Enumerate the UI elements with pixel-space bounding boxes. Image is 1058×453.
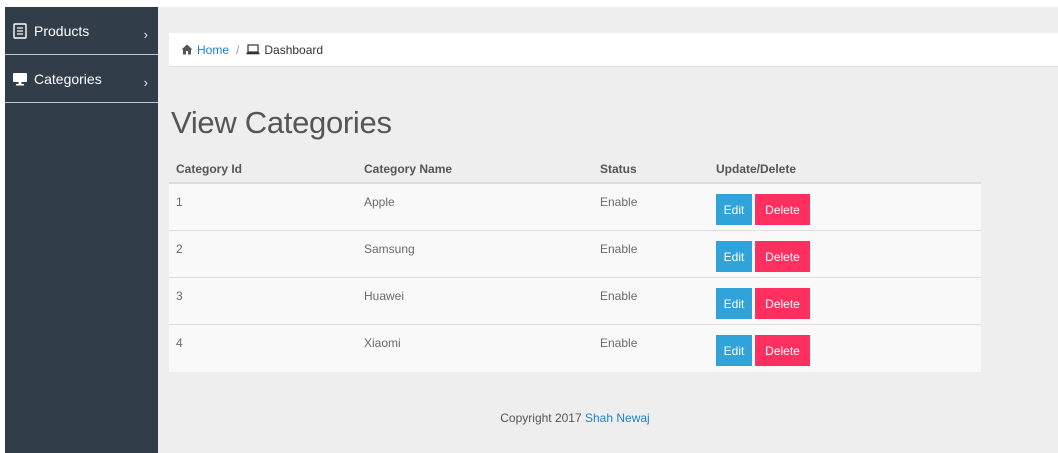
delete-button[interactable]: Delete xyxy=(755,335,810,366)
table-header: Category Id Category Name Status Update/… xyxy=(169,155,981,184)
sidebar-item-products[interactable]: Products › xyxy=(5,7,158,55)
document-list-icon xyxy=(12,22,28,39)
cell-actions: Edit Delete xyxy=(709,184,810,230)
cell-status: Enable xyxy=(600,336,638,350)
laptop-icon xyxy=(246,44,260,55)
cell-category-name: Apple xyxy=(364,195,395,209)
delete-button[interactable]: Delete xyxy=(755,241,810,272)
edit-button[interactable]: Edit xyxy=(716,335,752,366)
cell-actions: Edit Delete xyxy=(709,278,810,324)
table-row: 2 Samsung Enable Edit Delete xyxy=(169,231,981,278)
edit-button[interactable]: Edit xyxy=(716,288,752,319)
cell-actions: Edit Delete xyxy=(709,325,810,372)
breadcrumb-home-link[interactable]: Home xyxy=(197,43,229,57)
cell-category-id: 2 xyxy=(176,242,183,256)
app-frame: Products › Categories › Home / Dashboard… xyxy=(5,7,1058,453)
breadcrumb: Home / Dashboard xyxy=(169,33,1058,67)
sidebar: Products › Categories › xyxy=(5,7,158,453)
cell-category-name: Xiaomi xyxy=(364,336,401,350)
footer: Copyright 2017 Shah Newaj xyxy=(169,411,981,425)
cell-category-id: 1 xyxy=(176,195,183,209)
header-category-id: Category Id xyxy=(176,161,243,176)
breadcrumb-current: Dashboard xyxy=(264,42,324,57)
cell-status: Enable xyxy=(600,242,638,256)
chevron-right-icon: › xyxy=(143,27,148,42)
sidebar-item-categories[interactable]: Categories › xyxy=(5,55,158,103)
delete-button[interactable]: Delete xyxy=(755,194,810,225)
page-title: View Categories xyxy=(171,105,392,140)
chevron-right-icon: › xyxy=(143,75,148,90)
cell-category-id: 4 xyxy=(176,336,183,350)
table-row: 4 Xiaomi Enable Edit Delete xyxy=(169,325,981,372)
sidebar-item-label: Categories xyxy=(34,70,102,87)
cell-status: Enable xyxy=(600,195,638,209)
monitor-icon xyxy=(12,71,28,87)
breadcrumb-separator: / xyxy=(236,42,240,57)
edit-button[interactable]: Edit xyxy=(716,194,752,225)
cell-category-id: 3 xyxy=(176,289,183,303)
home-icon xyxy=(181,44,193,55)
cell-status: Enable xyxy=(600,289,638,303)
cell-category-name: Samsung xyxy=(364,242,415,256)
cell-category-name: Huawei xyxy=(364,289,405,303)
header-status: Status xyxy=(600,161,637,176)
categories-table: Category Id Category Name Status Update/… xyxy=(169,155,981,372)
footer-author-link[interactable]: Shah Newaj xyxy=(585,411,650,425)
sidebar-item-label: Products xyxy=(34,22,90,39)
table-row: 3 Huawei Enable Edit Delete xyxy=(169,278,981,325)
footer-copyright: Copyright 2017 xyxy=(500,411,582,425)
table-row: 1 Apple Enable Edit Delete xyxy=(169,184,981,231)
delete-button[interactable]: Delete xyxy=(755,288,810,319)
edit-button[interactable]: Edit xyxy=(716,241,752,272)
header-update-delete: Update/Delete xyxy=(716,161,797,176)
header-category-name: Category Name xyxy=(364,161,453,176)
cell-actions: Edit Delete xyxy=(709,231,810,277)
